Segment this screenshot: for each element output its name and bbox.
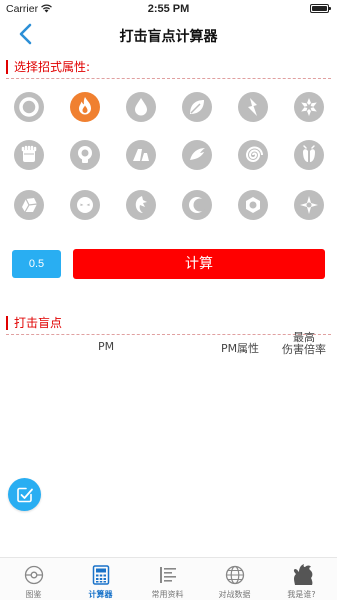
steel-type-icon[interactable] bbox=[238, 190, 268, 220]
dark-type-icon[interactable] bbox=[182, 190, 212, 220]
pokemon-silhouette-icon bbox=[293, 564, 313, 585]
multiplier-value-box[interactable]: 0.5 bbox=[12, 250, 61, 278]
column-header-pm-attribute: PM属性 bbox=[220, 342, 260, 355]
fairy-type-icon[interactable] bbox=[294, 190, 324, 220]
navigation-bar: 打击盲点计算器 bbox=[0, 18, 337, 50]
grass-type-icon[interactable] bbox=[182, 92, 212, 122]
ground-type-icon[interactable] bbox=[126, 140, 156, 170]
list-icon bbox=[160, 567, 176, 583]
psychic-type-icon[interactable] bbox=[238, 140, 268, 170]
water-type-icon[interactable] bbox=[126, 92, 156, 122]
status-time: 2:55 PM bbox=[147, 3, 190, 15]
column-header-pm: PM bbox=[97, 340, 115, 353]
fire-type-icon[interactable] bbox=[70, 92, 100, 122]
tab-label: 常用资料 bbox=[151, 590, 184, 599]
globe-icon bbox=[225, 565, 245, 585]
tab-pokedex[interactable]: 图鉴 bbox=[0, 558, 67, 600]
electric-type-icon[interactable] bbox=[238, 92, 268, 122]
dragon-type-icon[interactable] bbox=[126, 190, 156, 220]
chevron-left-icon bbox=[19, 23, 32, 45]
fighting-type-icon[interactable] bbox=[14, 140, 44, 170]
calculator-icon bbox=[92, 565, 110, 585]
column-header-max-line2: 伤害倍率 bbox=[282, 343, 326, 356]
bottom-tab-bar: 图鉴 计算器 常用资料 对战数据 我是谁? bbox=[0, 557, 337, 600]
tab-label: 我是谁? bbox=[287, 590, 316, 599]
tab-label: 对战数据 bbox=[218, 590, 251, 599]
page-title: 打击盲点计算器 bbox=[119, 29, 218, 45]
rock-type-icon[interactable] bbox=[14, 190, 44, 220]
normal-type-icon[interactable] bbox=[14, 92, 44, 122]
calculate-button[interactable]: 计算 bbox=[73, 249, 325, 279]
poison-type-icon[interactable] bbox=[70, 140, 100, 170]
flying-type-icon[interactable] bbox=[182, 140, 212, 170]
tab-calculator[interactable]: 计算器 bbox=[67, 558, 134, 600]
status-bar: Carrier 2:55 PM bbox=[0, 0, 337, 18]
edit-fab-button[interactable] bbox=[8, 478, 41, 511]
ice-type-icon[interactable] bbox=[294, 92, 324, 122]
tab-who-am-i[interactable]: 我是谁? bbox=[268, 558, 335, 600]
tab-label: 计算器 bbox=[88, 590, 113, 599]
tab-common-data[interactable]: 常用资料 bbox=[134, 558, 201, 600]
edit-check-icon bbox=[16, 487, 33, 502]
back-button[interactable] bbox=[14, 22, 42, 46]
results-section-label: 打击盲点 bbox=[6, 316, 62, 330]
section-divider bbox=[6, 78, 331, 79]
column-header-max-multiplier: 最高 伤害倍率 bbox=[276, 332, 332, 356]
tab-battle-data[interactable]: 对战数据 bbox=[201, 558, 268, 600]
tab-label: 图鉴 bbox=[25, 590, 42, 599]
ghost-type-icon[interactable] bbox=[70, 190, 100, 220]
type-section-label: 选择招式属性: bbox=[6, 60, 90, 74]
bug-type-icon[interactable] bbox=[294, 140, 324, 170]
battery-icon bbox=[310, 4, 331, 13]
pokeball-icon bbox=[24, 565, 44, 585]
